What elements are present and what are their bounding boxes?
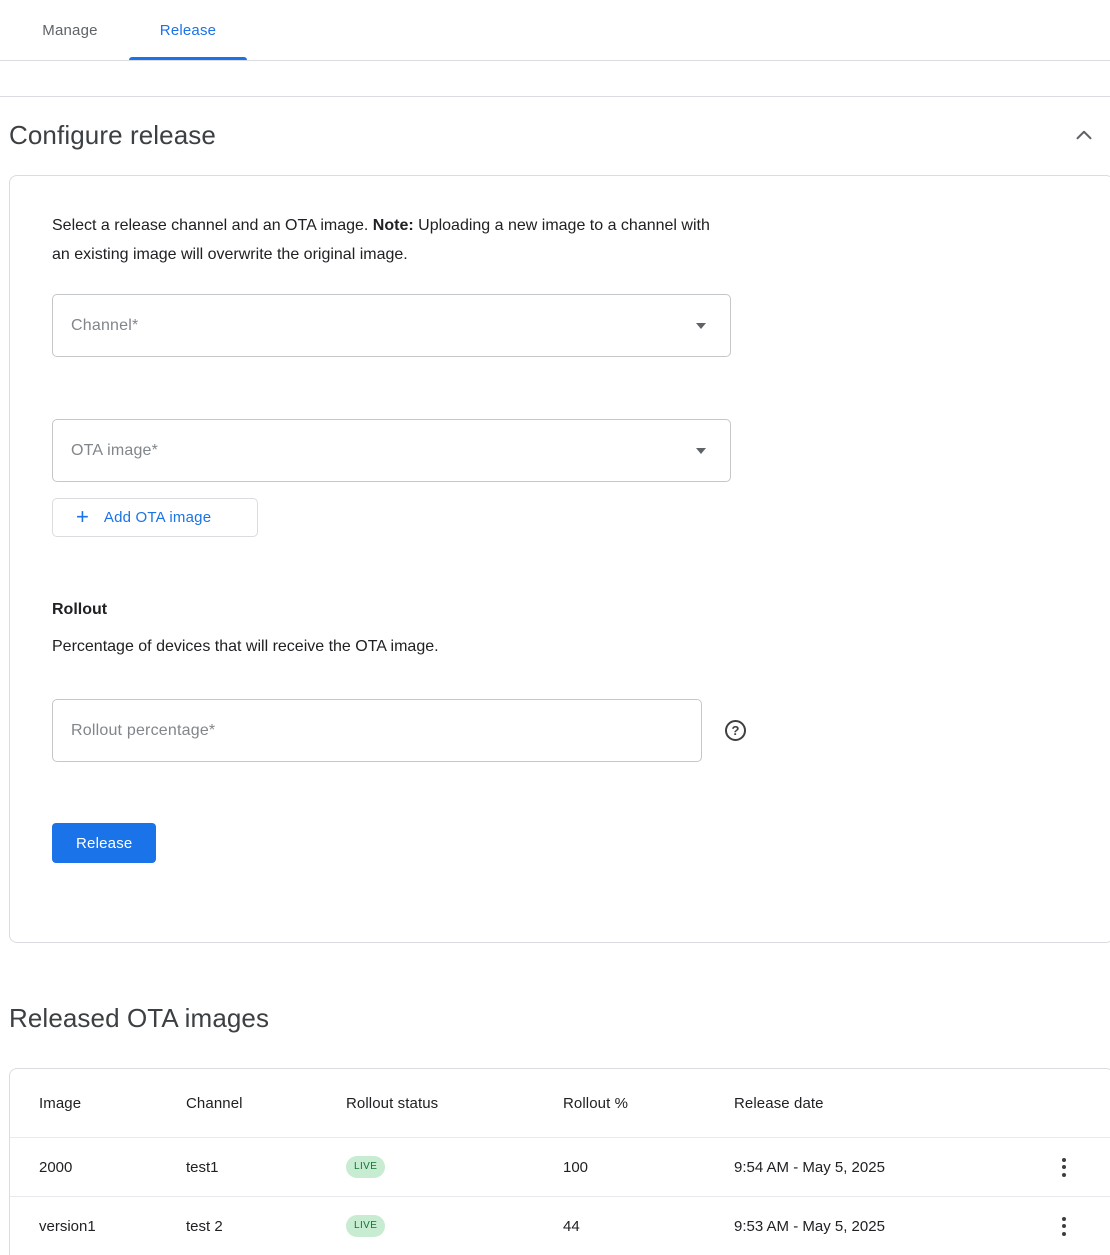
released-ota-images-table: Image Channel Rollout status Rollout % R… <box>9 1068 1110 1255</box>
help-icon[interactable]: ? <box>725 720 746 741</box>
cell-rollout-pct: 44 <box>563 1218 734 1235</box>
kebab-icon <box>1062 1217 1066 1221</box>
tab-manage[interactable]: Manage <box>11 0 129 60</box>
tab-release-label: Release <box>160 22 216 39</box>
table-header-row: Image Channel Rollout status Rollout % R… <box>10 1069 1110 1137</box>
table-row: version1 test 2 LIVE 44 9:53 AM - May 5,… <box>10 1196 1110 1255</box>
tab-bar: Manage Release <box>0 0 1110 61</box>
cell-rollout-status: LIVE <box>346 1156 563 1178</box>
row-menu-button[interactable] <box>1050 1151 1078 1183</box>
dropdown-arrow-icon <box>696 448 706 454</box>
cell-rollout-status: LIVE <box>346 1215 563 1237</box>
configure-release-header: Configure release <box>9 113 1101 157</box>
configure-release-card: Select a release channel and an OTA imag… <box>9 175 1110 943</box>
released-ota-images-title: Released OTA images <box>9 1003 269 1034</box>
rollout-heading: Rollout <box>52 601 1110 619</box>
column-header-release-date: Release date <box>734 1095 1036 1112</box>
tab-manage-label: Manage <box>42 22 97 39</box>
column-header-image: Image <box>39 1095 186 1112</box>
rollout-percentage-input[interactable] <box>52 699 702 762</box>
kebab-icon <box>1062 1158 1066 1162</box>
chevron-up-icon <box>1071 122 1097 148</box>
add-ota-image-button[interactable]: + Add OTA image <box>52 498 258 537</box>
tab-release[interactable]: Release <box>129 0 247 60</box>
table-row: 2000 test1 LIVE 100 9:54 AM - May 5, 202… <box>10 1137 1110 1196</box>
dropdown-arrow-icon <box>696 323 706 329</box>
cell-image: 2000 <box>39 1159 186 1176</box>
column-header-channel: Channel <box>186 1095 346 1112</box>
ota-image-select-label: OTA image* <box>71 442 158 460</box>
cell-channel: test 2 <box>186 1218 346 1235</box>
column-header-rollout-pct: Rollout % <box>563 1095 734 1112</box>
release-note: Select a release channel and an OTA imag… <box>52 211 730 269</box>
configure-release-title: Configure release <box>9 120 216 151</box>
cell-image: version1 <box>39 1218 186 1235</box>
status-badge: LIVE <box>346 1215 385 1237</box>
ota-image-select[interactable]: OTA image* <box>52 419 731 482</box>
rollout-input-row: ? <box>52 699 1110 762</box>
channel-select-label: Channel* <box>71 317 138 335</box>
collapse-section-button[interactable] <box>1069 120 1099 150</box>
cell-rollout-pct: 100 <box>563 1159 734 1176</box>
channel-select[interactable]: Channel* <box>52 294 731 357</box>
row-menu-button[interactable] <box>1050 1210 1078 1242</box>
release-button[interactable]: Release <box>52 823 156 863</box>
rollout-description: Percentage of devices that will receive … <box>52 638 1110 656</box>
plus-icon: + <box>76 506 89 528</box>
question-mark-glyph: ? <box>732 723 740 738</box>
cell-release-date: 9:54 AM - May 5, 2025 <box>734 1159 1036 1176</box>
section-divider <box>0 96 1110 97</box>
cell-channel: test1 <box>186 1159 346 1176</box>
add-ota-image-label: Add OTA image <box>104 509 211 526</box>
note-text: Select a release channel and an OTA imag… <box>52 217 373 234</box>
note-bold: Note: <box>373 217 414 234</box>
column-header-rollout-status: Rollout status <box>346 1095 563 1112</box>
status-badge: LIVE <box>346 1156 385 1178</box>
cell-release-date: 9:53 AM - May 5, 2025 <box>734 1218 1036 1235</box>
